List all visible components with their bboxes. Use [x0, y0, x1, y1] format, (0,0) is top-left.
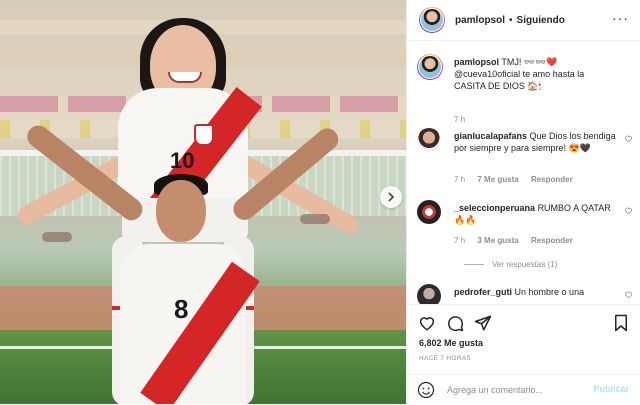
share-button[interactable] — [473, 313, 493, 333]
chevron-right-icon — [388, 192, 395, 202]
like-comment-icon[interactable] — [624, 290, 633, 301]
comment-likes[interactable]: 3 Me gusta — [477, 236, 518, 245]
comment-username[interactable]: pedrofer_guti — [454, 287, 512, 297]
publish-button[interactable]: Publicar — [593, 384, 629, 394]
comment-meta: 7 h 7 Me gusta Responder — [454, 175, 583, 184]
heart-icon — [419, 317, 435, 331]
avatar-image — [420, 8, 444, 32]
commenter-avatar[interactable] — [417, 128, 441, 152]
comment-button[interactable] — [445, 313, 465, 333]
comment-item: pedrofer_guti Un hombre o una — [417, 284, 637, 304]
comment-username[interactable]: gianlucalapafans — [454, 131, 527, 141]
peru-crest-icon — [194, 124, 214, 146]
comment-meta: 7 h 3 Me gusta Responder — [454, 236, 583, 245]
following-button[interactable]: Siguiendo — [517, 15, 565, 26]
comment-text: _seleccionperuana RUMBO A QATAR🔥🔥 — [454, 202, 616, 226]
tattoo — [42, 232, 72, 242]
post-panel: pamlopsol • Siguiendo ··· pamlopsol TMJ!… — [406, 0, 640, 404]
comment-text: pedrofer_guti Un hombre o una — [454, 286, 616, 298]
comment-body: Un hombre o una — [514, 287, 585, 297]
like-comment-icon[interactable] — [624, 134, 633, 145]
reply-button[interactable]: Responder — [531, 236, 573, 245]
post-timestamp: HACE 7 HORAS — [419, 355, 472, 362]
comment-item: gianlucalapafans Que Dios los bendiga po… — [417, 128, 637, 188]
caption-meta: 7 h — [454, 115, 475, 124]
caption: pamlopsol TMJ! 👓👓❤️ @cueva10oficial te a… — [417, 54, 637, 124]
post-photo[interactable]: 10 8 — [0, 0, 406, 404]
reply-button[interactable]: Responder — [531, 175, 573, 184]
caption-username[interactable]: pamlopsol — [454, 57, 499, 67]
comments-list[interactable]: pamlopsol TMJ! 👓👓❤️ @cueva10oficial te a… — [407, 40, 640, 304]
bookmark-icon — [615, 314, 627, 332]
jersey-number: 10 — [170, 148, 195, 173]
like-button[interactable] — [417, 313, 437, 333]
comment-time: 7 h — [454, 236, 466, 245]
jersey-number: 8 — [174, 294, 189, 324]
comment-text: gianlucalapafans Que Dios los bendiga po… — [454, 130, 616, 154]
comment-item: _seleccionperuana RUMBO A QATAR🔥🔥 7 h 3 … — [417, 200, 637, 272]
avatar-image — [418, 55, 442, 79]
like-comment-icon[interactable] — [624, 206, 633, 217]
caption-avatar[interactable] — [417, 54, 443, 80]
more-options-icon[interactable]: ··· — [612, 10, 629, 26]
replies-divider — [464, 264, 484, 265]
commenter-avatar[interactable] — [417, 284, 441, 304]
paper-plane-icon — [474, 315, 492, 331]
action-bar: 6,802 Me gusta HACE 7 HORAS — [407, 304, 640, 375]
separator-dot: • — [509, 14, 513, 26]
view-replies-label: Ver respuestas (1) — [492, 260, 558, 269]
comment-likes[interactable]: 7 Me gusta — [477, 175, 518, 184]
tattoo — [300, 214, 330, 224]
comment-time: 7 h — [454, 175, 466, 184]
author-avatar[interactable] — [419, 7, 445, 33]
comment-username[interactable]: _seleccionperuana — [454, 203, 535, 213]
save-button[interactable] — [611, 313, 631, 333]
author-username[interactable]: pamlopsol — [455, 15, 505, 26]
view-replies-button[interactable]: Ver respuestas (1) — [464, 260, 557, 269]
post-header: pamlopsol • Siguiendo ··· — [407, 0, 640, 41]
man-face — [156, 180, 206, 242]
commenter-avatar[interactable] — [417, 200, 441, 224]
comment-composer: Publicar — [407, 374, 640, 405]
emoji-icon[interactable] — [417, 381, 435, 399]
next-photo-button[interactable] — [380, 186, 402, 208]
caption-text: pamlopsol TMJ! 👓👓❤️ @cueva10oficial te a… — [454, 56, 616, 92]
comment-icon — [448, 316, 464, 332]
like-count[interactable]: 6,802 Me gusta — [419, 338, 483, 348]
comment-input[interactable] — [445, 384, 589, 396]
caption-time: 7 h — [454, 115, 466, 124]
